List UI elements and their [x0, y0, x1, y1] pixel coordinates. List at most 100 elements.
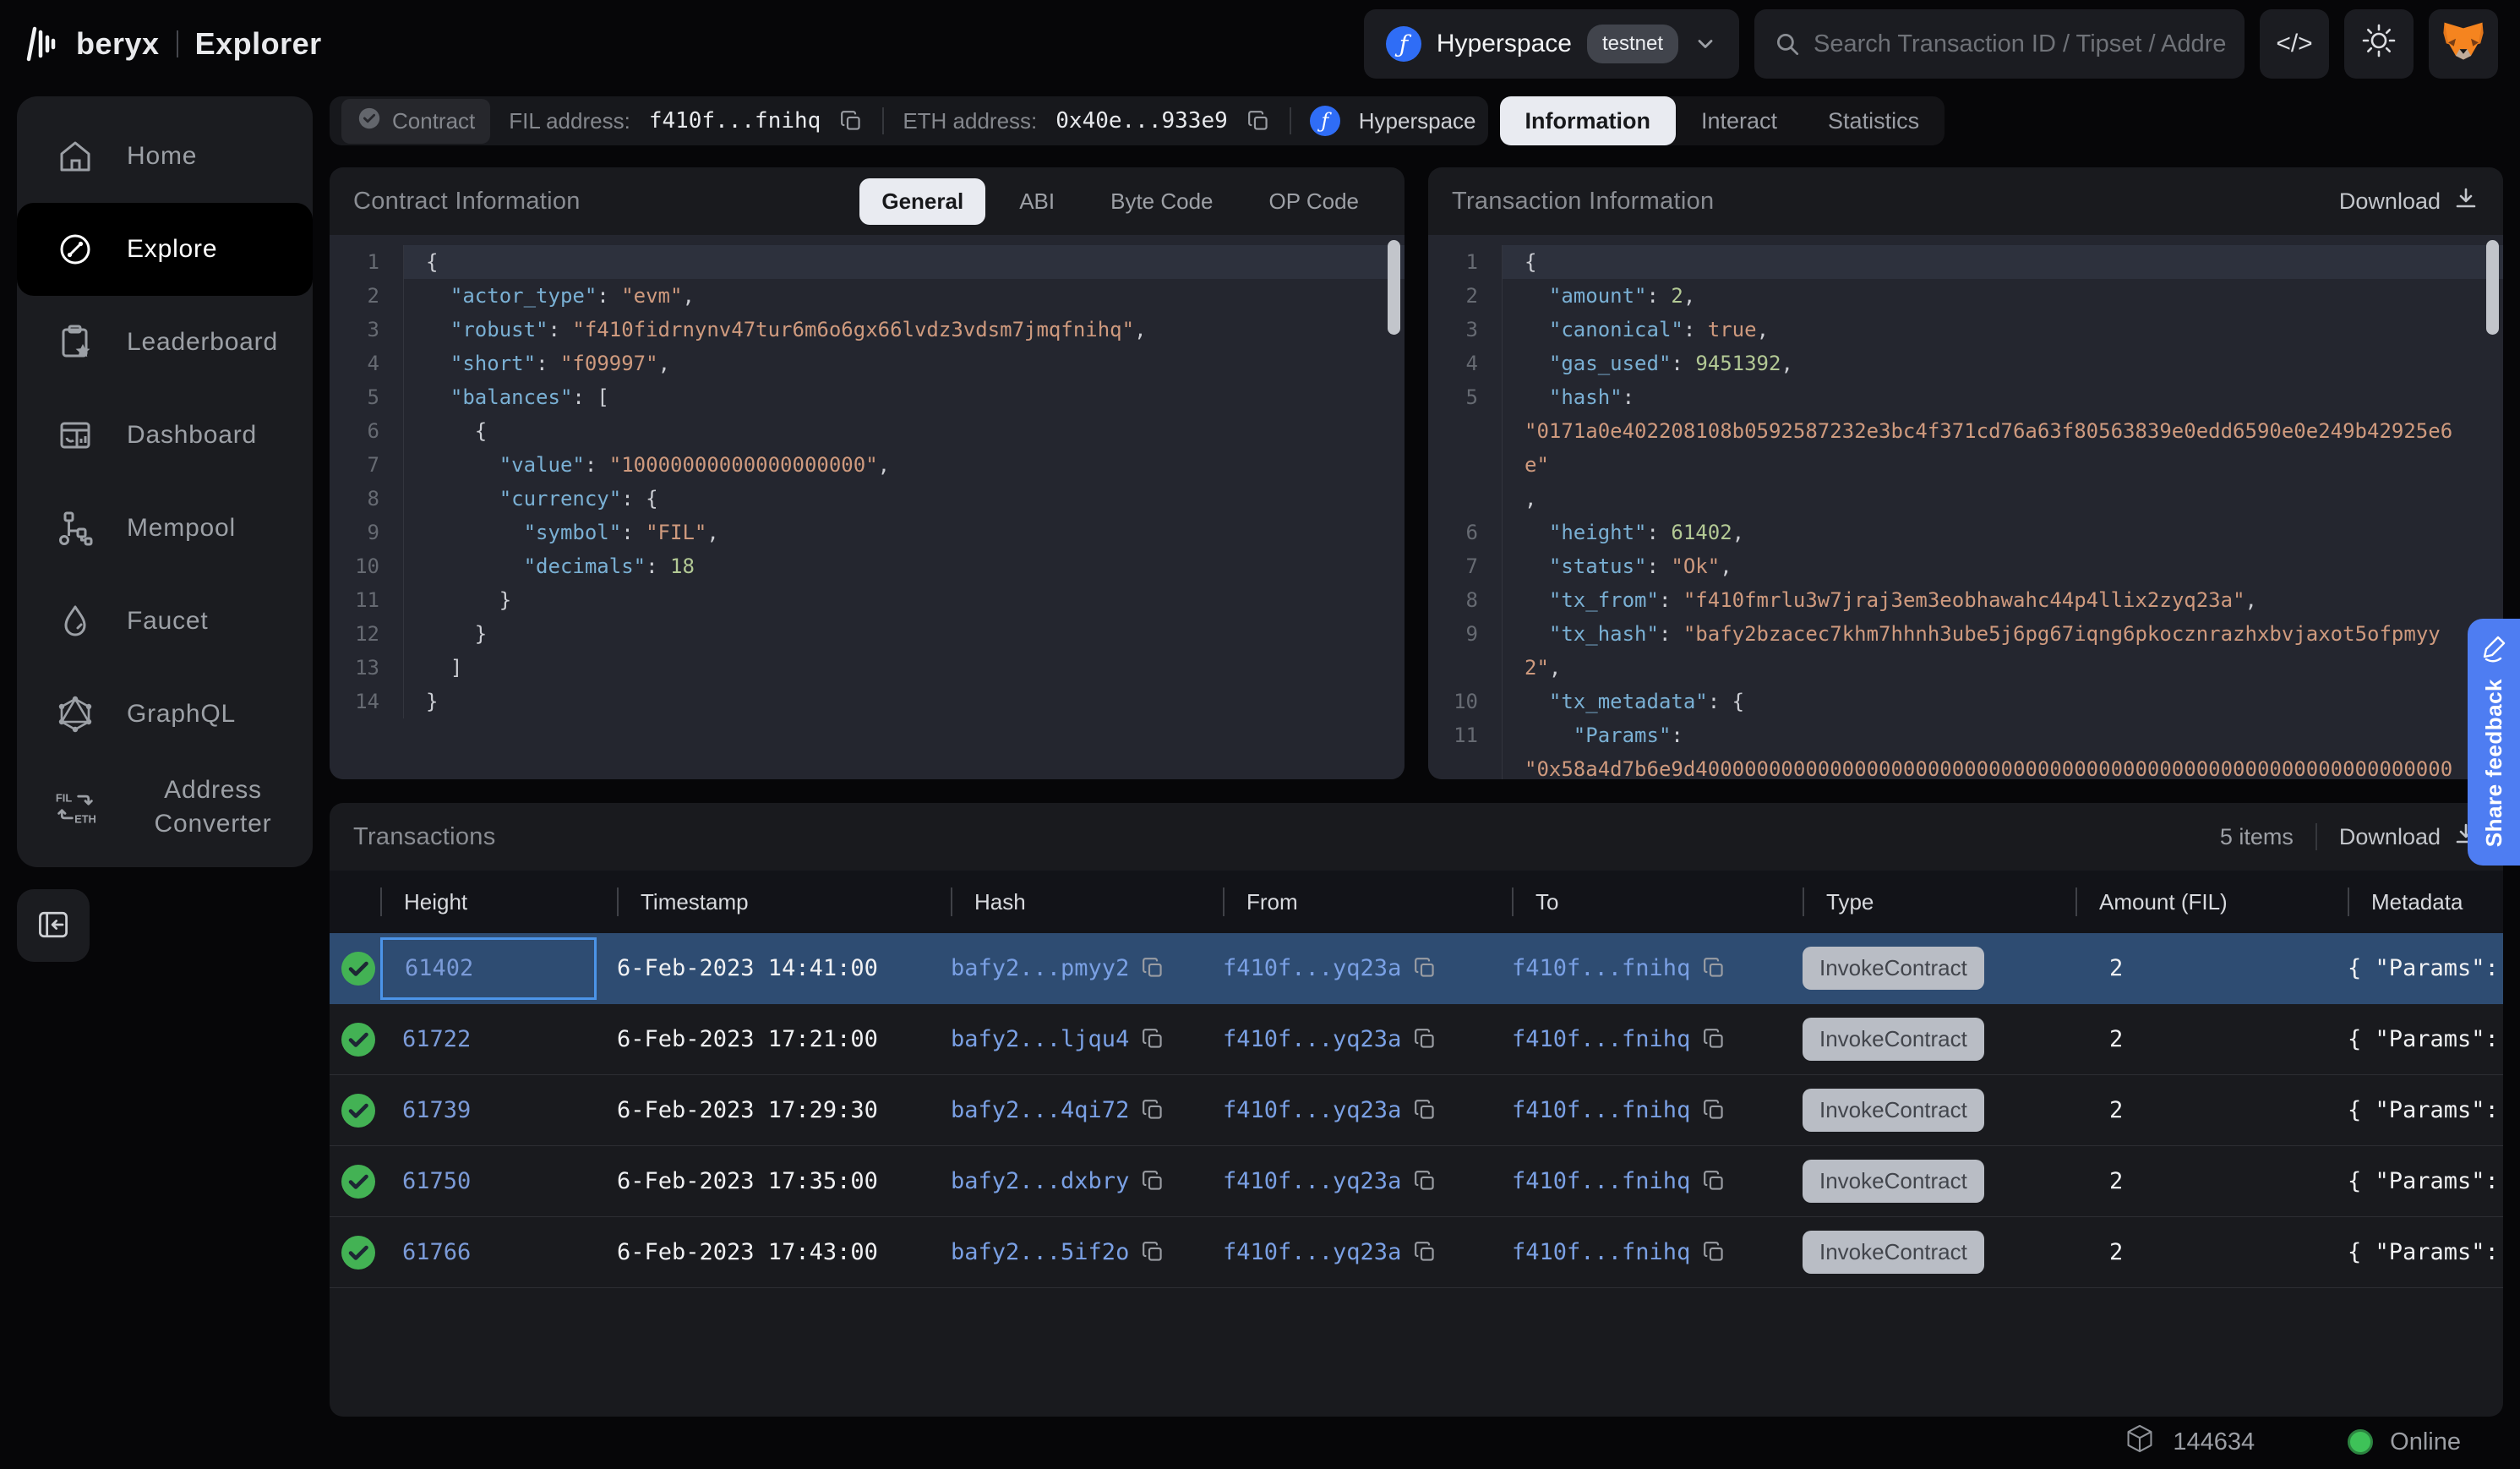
line-number [1428, 414, 1503, 482]
download-transaction-button[interactable]: Download [2339, 185, 2479, 218]
hash-link[interactable]: bafy2...5if2o [951, 1239, 1129, 1265]
from-link[interactable]: f410f...yq23a [1223, 1239, 1401, 1265]
tab-statistics[interactable]: Statistics [1803, 96, 1945, 145]
table-row[interactable]: 614026-Feb-2023 14:41:00bafy2...pmyy2f41… [330, 933, 2503, 1004]
height-link[interactable]: 61750 [402, 1168, 471, 1194]
sidebar-item-home[interactable]: Home [17, 110, 313, 203]
tab-byte-code[interactable]: Byte Code [1088, 178, 1235, 225]
height-link[interactable]: 61722 [402, 1026, 471, 1052]
share-feedback-button[interactable]: Share feedback [2468, 619, 2520, 866]
code-text: "balances": [ [404, 380, 1405, 414]
to-link[interactable]: f410f...fnihq [1512, 955, 1690, 981]
copy-icon[interactable] [1141, 956, 1165, 980]
code-text: "height": 61402, [1503, 516, 2503, 549]
copy-icon[interactable] [1141, 1240, 1165, 1264]
line-number: 8 [1428, 583, 1503, 617]
tab-general[interactable]: General [859, 178, 985, 225]
copy-icon[interactable] [1413, 1240, 1437, 1264]
tab-interact[interactable]: Interact [1676, 96, 1803, 145]
network-selector[interactable]: ƒ Hyperspace testnet [1364, 9, 1739, 79]
copy-icon[interactable] [1413, 956, 1437, 980]
online-status: Online [2348, 1428, 2461, 1456]
code-line: 11 } [330, 583, 1405, 617]
code-line: , [1428, 482, 2503, 516]
sidebar-item-graphql[interactable]: GraphQL [17, 668, 313, 761]
from-link[interactable]: f410f...yq23a [1223, 1026, 1401, 1052]
panel-title: Contract Information [353, 188, 581, 216]
top-actions: ƒ Hyperspace testnet </> [1364, 9, 2498, 79]
table-row[interactable]: 617226-Feb-2023 17:21:00bafy2...ljqu4f41… [330, 1004, 2503, 1075]
faucet-icon [54, 600, 96, 642]
metadata-cell: { "Params": [2348, 1097, 2503, 1123]
info-panels: Contract Information General ABIByte Code… [330, 167, 2503, 779]
download-transactions-button[interactable]: Download [2339, 821, 2479, 854]
from-link[interactable]: f410f...yq23a [1223, 1168, 1401, 1194]
tab-abi[interactable]: ABI [997, 178, 1077, 225]
height-cell-box: 61739 [380, 1079, 597, 1142]
copy-fil-address-button[interactable] [839, 109, 864, 134]
scrollbar-thumb[interactable] [2486, 240, 2499, 335]
hash-link[interactable]: bafy2...4qi72 [951, 1097, 1129, 1123]
from-link[interactable]: f410f...yq23a [1223, 1097, 1401, 1123]
sidebar-item-address-converter[interactable]: FILETHAddress Converter [17, 761, 313, 854]
metamask-button[interactable] [2429, 9, 2498, 79]
sidebar-item-mempool[interactable]: Mempool [17, 482, 313, 575]
cube-icon [2124, 1423, 2156, 1461]
scrollbar-thumb[interactable] [1388, 240, 1400, 335]
copy-icon[interactable] [1702, 956, 1726, 980]
sidebar-item-leaderboard[interactable]: Leaderboard [17, 296, 313, 389]
height-cell: 61739 [380, 1079, 617, 1142]
transactions-header: Transactions 5 items Download [330, 803, 2503, 871]
to-link[interactable]: f410f...fnihq [1512, 1168, 1690, 1194]
to-link[interactable]: f410f...fnihq [1512, 1239, 1690, 1265]
theme-toggle-button[interactable] [2344, 9, 2414, 79]
filecoin-icon: ƒ [1386, 26, 1421, 62]
type-cell: InvokeContract [1803, 1231, 2075, 1274]
network-name: Hyperspace [1437, 30, 1572, 58]
height-link[interactable]: 61739 [402, 1097, 471, 1123]
hash-cell: bafy2...ljqu4 [951, 1026, 1223, 1052]
copy-icon[interactable] [1141, 1098, 1165, 1122]
copy-icon[interactable] [1413, 1169, 1437, 1193]
code-text: "short": "f09997", [404, 347, 1405, 380]
brand[interactable]: beryx Explorer [22, 22, 322, 66]
code-text: "gas_used": 9451392, [1503, 347, 2503, 380]
line-number: 5 [330, 380, 404, 414]
line-number: 10 [1428, 685, 1503, 718]
copy-icon[interactable] [1413, 1027, 1437, 1051]
copy-icon[interactable] [1702, 1169, 1726, 1193]
line-number: 6 [1428, 516, 1503, 549]
sidebar-item-dashboard[interactable]: Dashboard [17, 389, 313, 482]
search-input[interactable] [1814, 30, 2226, 58]
tab-information[interactable]: Information [1500, 96, 1677, 145]
hash-link[interactable]: bafy2...pmyy2 [951, 955, 1129, 981]
fil-address-label: FIL address: [509, 108, 630, 134]
height-link[interactable]: 61766 [402, 1239, 471, 1265]
sidebar-item-faucet[interactable]: Faucet [17, 575, 313, 668]
table-row[interactable]: 617506-Feb-2023 17:35:00bafy2...dxbryf41… [330, 1146, 2503, 1217]
copy-icon[interactable] [1702, 1027, 1726, 1051]
copy-icon[interactable] [1702, 1098, 1726, 1122]
code-button[interactable]: </> [2260, 9, 2329, 79]
success-check-icon [340, 1163, 377, 1200]
copy-icon[interactable] [1413, 1098, 1437, 1122]
tab-op-code[interactable]: OP Code [1247, 178, 1381, 225]
height-link[interactable]: 61402 [405, 955, 473, 981]
hash-link[interactable]: bafy2...dxbry [951, 1168, 1129, 1194]
from-cell: f410f...yq23a [1223, 1239, 1512, 1265]
table-row[interactable]: 617396-Feb-2023 17:29:30bafy2...4qi72f41… [330, 1075, 2503, 1146]
contract-badge-label: Contract [392, 108, 475, 134]
copy-icon[interactable] [1702, 1240, 1726, 1264]
sun-icon [2360, 22, 2397, 66]
copy-eth-address-button[interactable] [1246, 109, 1271, 134]
sidebar-item-explore[interactable]: Explore [17, 203, 313, 296]
from-link[interactable]: f410f...yq23a [1223, 955, 1401, 981]
copy-icon[interactable] [1141, 1027, 1165, 1051]
copy-icon[interactable] [1141, 1169, 1165, 1193]
to-link[interactable]: f410f...fnihq [1512, 1026, 1690, 1052]
table-row[interactable]: 617666-Feb-2023 17:43:00bafy2...5if2of41… [330, 1217, 2503, 1288]
hash-link[interactable]: bafy2...ljqu4 [951, 1026, 1129, 1052]
code-line: 7 "value": "10000000000000000000", [330, 448, 1405, 482]
collapse-sidebar-button[interactable] [17, 889, 90, 962]
to-link[interactable]: f410f...fnihq [1512, 1097, 1690, 1123]
